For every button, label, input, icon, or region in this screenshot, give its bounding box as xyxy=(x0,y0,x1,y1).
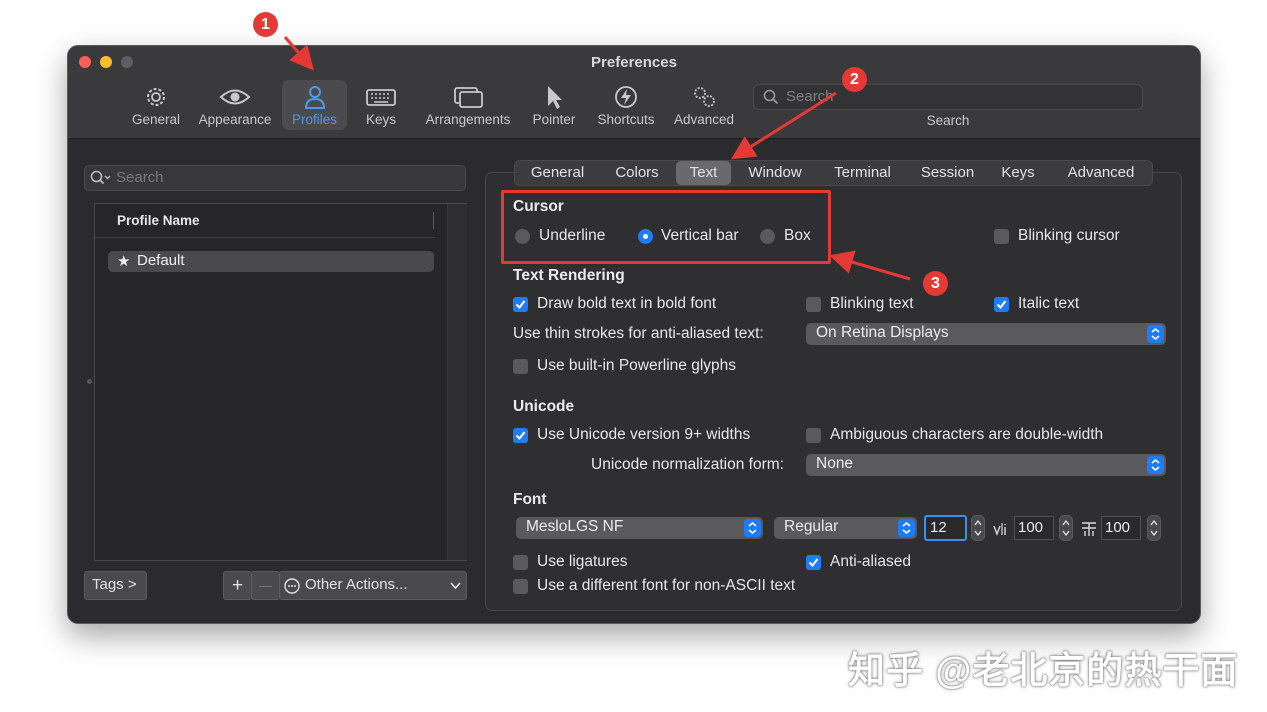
watermark-text: 知乎 @老北京的热干面 xyxy=(848,650,1239,691)
arrow-1 xyxy=(283,36,314,71)
annotation-badge-2: 2 xyxy=(842,67,867,92)
arrow-3 xyxy=(829,250,911,281)
annotation-badge-3: 3 xyxy=(923,271,948,296)
arrow-2 xyxy=(730,91,837,160)
annotation-arrows xyxy=(283,36,911,281)
annotation-badge-1: 1 xyxy=(253,12,278,37)
